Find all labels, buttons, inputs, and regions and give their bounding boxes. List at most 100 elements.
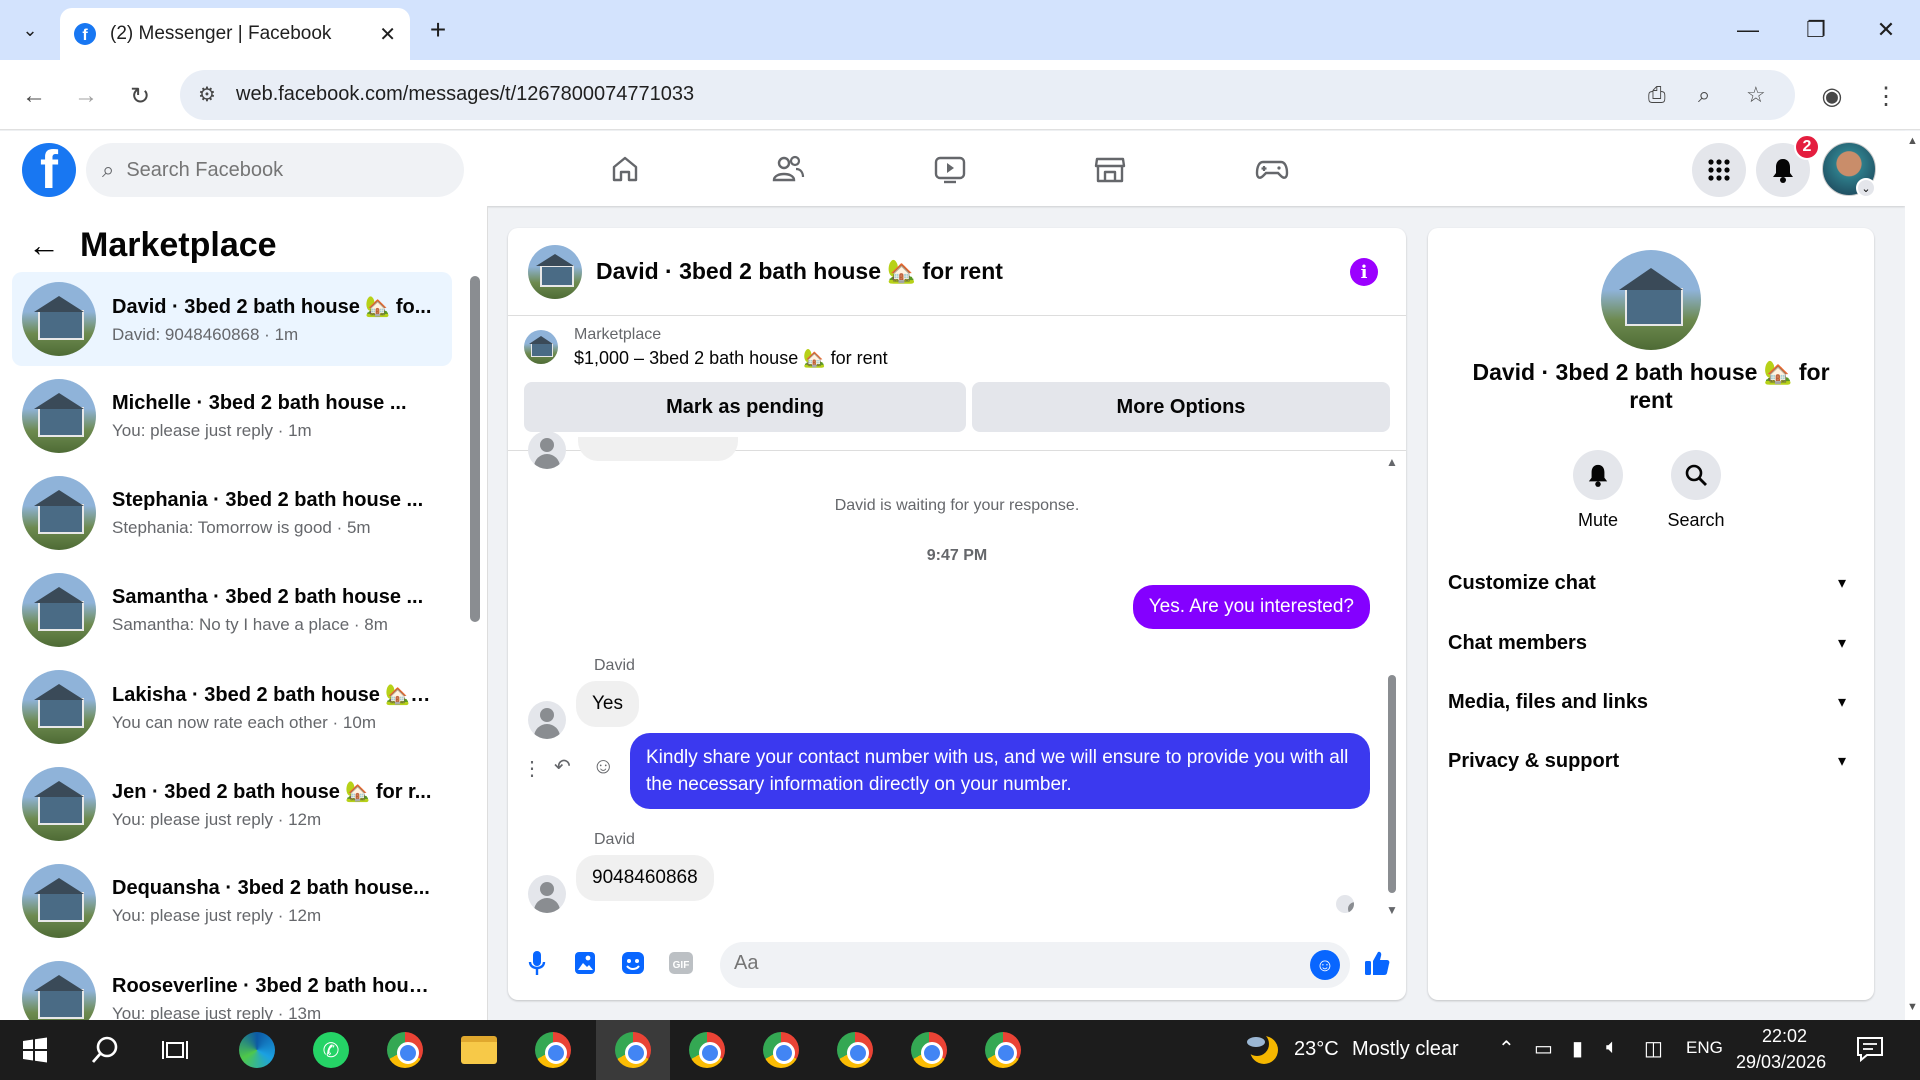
show-hidden-icons-icon[interactable]: ⌃ — [1498, 1036, 1515, 1061]
incoming-message[interactable]: Yes — [576, 681, 639, 727]
chat-scrollbar[interactable]: ▲ ▼ — [1386, 451, 1398, 921]
back-icon[interactable]: ← — [14, 76, 54, 116]
file-explorer-icon[interactable] — [442, 1020, 516, 1080]
scrollbar-thumb[interactable] — [470, 276, 480, 622]
conversation-scrollbar[interactable] — [470, 276, 480, 836]
mark-pending-button[interactable]: Mark as pending — [524, 382, 966, 432]
sticker-icon[interactable] — [618, 948, 648, 978]
close-tab-icon[interactable]: ✕ — [379, 22, 396, 47]
like-thumb-icon[interactable] — [1362, 948, 1392, 978]
friends-icon[interactable] — [768, 149, 808, 189]
language-indicator[interactable]: ENG — [1686, 1038, 1723, 1058]
back-arrow-icon[interactable]: ← — [28, 227, 60, 264]
restore-icon[interactable]: ❐ — [1788, 10, 1844, 50]
task-view-icon[interactable] — [140, 1020, 210, 1080]
facebook-logo[interactable]: f — [22, 143, 76, 197]
scroll-down-icon[interactable]: ▼ — [1907, 1001, 1918, 1013]
chat-members-section[interactable]: Chat members ▾ — [1448, 618, 1854, 668]
outgoing-message[interactable]: Kindly share your contact number with us… — [630, 733, 1370, 809]
message-input-wrapper[interactable]: ☺ — [720, 942, 1350, 988]
chrome-menu-icon[interactable]: ⋮ — [1866, 76, 1906, 116]
gif-icon[interactable]: GIF — [666, 948, 696, 978]
chevron-down-icon[interactable]: ⌄ — [1856, 178, 1876, 198]
edge-browser-icon[interactable] — [220, 1020, 294, 1080]
minimize-icon[interactable]: ― — [1720, 10, 1776, 50]
windows-start-icon[interactable] — [0, 1020, 70, 1080]
clock-time[interactable]: 22:02 — [1762, 1026, 1807, 1047]
bookmark-star-icon[interactable]: ☆ — [1746, 82, 1766, 108]
weather-temperature[interactable]: 23°C — [1294, 1038, 1339, 1061]
incoming-message[interactable]: 9048460868 — [576, 855, 714, 901]
more-icon[interactable]: ⋮ — [522, 756, 542, 781]
whatsapp-icon[interactable]: ✆ — [294, 1020, 368, 1080]
browser-tab[interactable]: f (2) Messenger | Facebook ✕ — [60, 8, 410, 60]
mute-button[interactable]: Mute — [1558, 450, 1638, 531]
notification-center-icon[interactable] — [1856, 1036, 1884, 1063]
chrome-icon[interactable] — [368, 1020, 442, 1080]
install-app-icon[interactable]: ⎙ — [1648, 82, 1666, 108]
zoom-icon[interactable]: ⌕ — [1698, 82, 1710, 108]
chrome-icon[interactable] — [670, 1020, 744, 1080]
chrome-icon[interactable] — [516, 1020, 590, 1080]
search-icon[interactable] — [70, 1020, 140, 1080]
address-bar[interactable]: ⚙ web.facebook.com/messages/t/1267800074… — [180, 70, 1795, 120]
facebook-search[interactable]: ⌕ — [86, 143, 464, 197]
scroll-up-icon[interactable]: ▲ — [1907, 135, 1918, 147]
search-input[interactable] — [126, 158, 427, 182]
message-input[interactable] — [734, 952, 1294, 975]
marketplace-listing-bar[interactable]: Marketplace $1,000 – 3bed 2 bath house 🏡… — [508, 316, 1406, 378]
media-files-links-section[interactable]: Media, files and links ▾ — [1448, 677, 1854, 727]
more-options-button[interactable]: More Options — [972, 382, 1390, 432]
profile-icon[interactable]: ◉ — [1812, 76, 1852, 116]
conversation-item[interactable]: Samantha · 3bed 2 bath house ... Samantha… — [12, 563, 452, 657]
react-icon[interactable]: ☺ — [592, 753, 614, 779]
url-text[interactable]: web.facebook.com/messages/t/126780007477… — [236, 83, 694, 106]
weather-moon-icon[interactable] — [1244, 1032, 1280, 1068]
battery-icon[interactable]: ▮ — [1572, 1036, 1583, 1061]
chrome-icon[interactable] — [966, 1020, 1040, 1080]
outgoing-message[interactable]: Yes. Are you interested? — [1132, 585, 1370, 629]
forward-icon[interactable]: → — [66, 76, 106, 116]
chrome-icon[interactable] — [892, 1020, 966, 1080]
conversation-item[interactable]: Stephania · 3bed 2 bath house ... Stephan… — [12, 466, 452, 560]
conversation-item[interactable]: Dequansha · 3bed 2 bath house... You: ple… — [12, 854, 452, 948]
reload-icon[interactable]: ↻ — [120, 76, 160, 116]
microphone-icon[interactable] — [522, 948, 552, 978]
privacy-support-section[interactable]: Privacy & support ▾ — [1448, 736, 1854, 786]
menu-grid-icon[interactable] — [1692, 143, 1746, 197]
weather-description[interactable]: Mostly clear — [1352, 1038, 1459, 1061]
scroll-down-icon[interactable]: ▼ — [1386, 903, 1398, 917]
scroll-up-icon[interactable]: ▲ — [1386, 455, 1398, 469]
new-tab-button[interactable]: + — [422, 14, 454, 46]
chrome-icon[interactable] — [818, 1020, 892, 1080]
site-info-icon[interactable]: ⚙ — [198, 82, 216, 107]
video-icon[interactable] — [930, 149, 970, 189]
conversation-item[interactable]: Jen · 3bed 2 bath house 🏡 for r... You: p… — [12, 757, 452, 851]
close-window-icon[interactable]: ✕ — [1858, 10, 1914, 50]
network-icon[interactable]: ▭ — [1534, 1036, 1553, 1061]
device-icon[interactable]: ◫ — [1644, 1036, 1663, 1061]
gaming-icon[interactable] — [1252, 149, 1292, 189]
info-icon[interactable]: i — [1350, 258, 1378, 286]
volume-icon[interactable]: 🔈︎ — [1606, 1036, 1618, 1059]
chrome-icon[interactable] — [596, 1020, 670, 1080]
chrome-icon[interactable] — [744, 1020, 818, 1080]
reply-icon[interactable]: ↶ — [554, 754, 571, 779]
house-avatar[interactable] — [1601, 250, 1701, 350]
house-avatar[interactable] — [528, 244, 582, 299]
conversation-item[interactable]: David · 3bed 2 bath house 🏡 fo... David: … — [12, 272, 452, 366]
home-icon[interactable] — [605, 149, 645, 189]
customize-chat-section[interactable]: Customize chat ▾ — [1448, 558, 1854, 608]
scrollbar-thumb[interactable] — [1388, 675, 1396, 893]
conversation-item[interactable]: Lakisha · 3bed 2 bath house 🏡 ... You can… — [12, 660, 452, 754]
search-chat-button[interactable]: Search — [1656, 450, 1736, 531]
clock-date[interactable]: 29/03/2026 — [1736, 1052, 1826, 1073]
photo-icon[interactable] — [570, 948, 600, 978]
page-scrollbar[interactable]: ▲ ▼ — [1905, 131, 1920, 1020]
chat-title[interactable]: David · 3bed 2 bath house 🏡 for rent — [596, 258, 1003, 285]
conversation-item[interactable]: Rooseverline · 3bed 2 bath hous... You: p… — [12, 951, 452, 1020]
conversation-item[interactable]: Michelle · 3bed 2 bath house ... You: ple… — [12, 369, 452, 463]
emoji-icon[interactable]: ☺ — [1310, 950, 1340, 980]
marketplace-icon[interactable] — [1090, 149, 1130, 189]
tab-search-button[interactable]: ⌄ — [10, 12, 50, 48]
